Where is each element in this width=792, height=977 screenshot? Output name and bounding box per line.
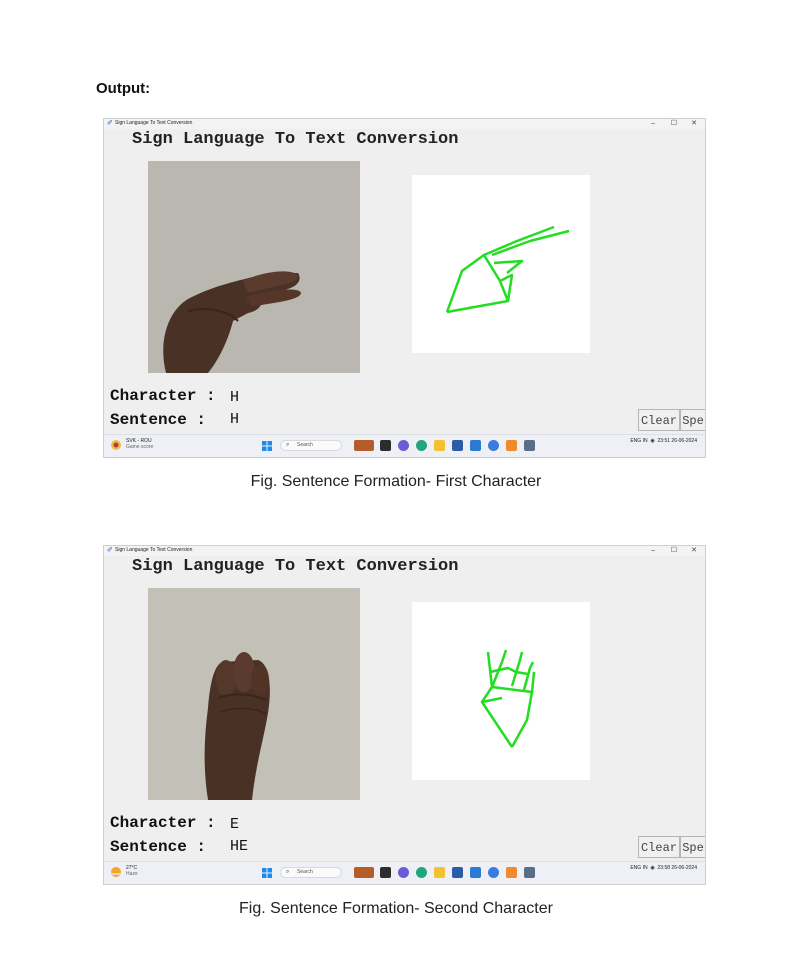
clear-button[interactable]: Clear xyxy=(638,836,680,858)
app-settings-icon[interactable] xyxy=(488,867,499,878)
taskbar-search[interactable]: ⌕ Search xyxy=(280,440,342,451)
tray-lang: ENG xyxy=(630,865,642,871)
sentence-value: HE xyxy=(230,838,249,855)
taskbar-search[interactable]: ⌕ Search xyxy=(280,867,342,878)
app-title: Sign Language To Text Conversion xyxy=(132,130,459,149)
tk-feather-icon: ✐ xyxy=(107,547,113,554)
clock-date: 26-06-2024 xyxy=(671,438,697,444)
clock-time: 23:58 xyxy=(657,865,671,871)
system-tray[interactable]: ENG IN ◉ 23:58 26-06-2024 xyxy=(630,865,697,871)
search-icon: ⌕ xyxy=(286,442,290,448)
weather-widget[interactable]: 27°C Haze xyxy=(126,865,138,877)
app-chat-icon[interactable] xyxy=(398,440,409,451)
weather-widget[interactable]: SVK - ROU Game score xyxy=(126,438,153,450)
weather-haze-icon[interactable] xyxy=(110,866,122,878)
widget-line2: Game score xyxy=(126,444,154,450)
minimize-button[interactable]: – xyxy=(651,119,655,128)
app-vscode-icon[interactable] xyxy=(470,440,481,451)
figure-caption: Fig. Sentence Formation- First Character xyxy=(250,473,542,490)
character-label: Character : xyxy=(110,387,216,405)
app-title: Sign Language To Text Conversion xyxy=(132,557,459,576)
app-edge-icon[interactable] xyxy=(416,440,427,451)
app-edge-icon[interactable] xyxy=(416,867,427,878)
app-explorer-icon[interactable] xyxy=(434,440,445,451)
sentence-label: Sentence : xyxy=(110,411,207,429)
output-heading: Output: xyxy=(96,80,151,97)
app-chat-icon[interactable] xyxy=(398,867,409,878)
clear-button[interactable]: Clear xyxy=(638,409,680,431)
windows-start-icon[interactable] xyxy=(262,868,272,878)
app-tk-window-icon[interactable] xyxy=(524,440,535,451)
tray-region: IN xyxy=(642,438,648,444)
app-window-screenshot: ✐ Sign Language To Text Conversion – ☐ ✕… xyxy=(103,545,706,885)
speak-button[interactable]: Spe xyxy=(680,836,705,858)
hand-photo xyxy=(148,588,360,800)
speak-button[interactable]: Spe xyxy=(680,409,705,431)
figure-caption: Fig. Sentence Formation- Second Characte… xyxy=(239,900,553,917)
search-icon: ⌕ xyxy=(286,869,290,875)
tray-lang: ENG xyxy=(630,438,642,444)
sentence-label: Sentence : xyxy=(110,838,207,856)
two-fingers-horizontal-icon xyxy=(445,225,570,314)
app-explorer-icon[interactable] xyxy=(434,867,445,878)
hand-photo xyxy=(148,161,360,373)
wifi-icon: ◉ xyxy=(650,865,655,871)
maximize-button[interactable]: ☐ xyxy=(671,119,677,128)
camera-feed xyxy=(148,161,360,373)
search-placeholder: Search xyxy=(297,869,313,875)
app-store-icon[interactable] xyxy=(452,867,463,878)
app-python-icon[interactable] xyxy=(506,867,517,878)
app-vscode-icon[interactable] xyxy=(470,867,481,878)
tk-feather-icon: ✐ xyxy=(107,120,113,127)
app-python-icon[interactable] xyxy=(506,440,517,451)
taskbar: 27°C Haze ⌕ Search ENG IN ◉ 23:58 26-06-… xyxy=(104,861,705,884)
app-game-icon[interactable] xyxy=(354,440,374,451)
clock-date: 26-06-2024 xyxy=(671,865,697,871)
window-title: Sign Language To Text Conversion xyxy=(115,547,193,553)
app-tk-window-icon[interactable] xyxy=(524,867,535,878)
minimize-button[interactable]: – xyxy=(651,546,655,555)
maximize-button[interactable]: ☐ xyxy=(671,546,677,555)
widget-line2: Haze xyxy=(126,871,138,877)
windows-start-icon[interactable] xyxy=(262,441,272,451)
close-button[interactable]: ✕ xyxy=(691,546,697,555)
app-terminal-icon[interactable] xyxy=(380,440,391,451)
character-value: E xyxy=(230,816,240,833)
search-placeholder: Search xyxy=(297,442,313,448)
window-titlebar: ✐ Sign Language To Text Conversion – ☐ ✕ xyxy=(104,119,705,129)
tray-region: IN xyxy=(642,865,648,871)
hand-skeleton-panel xyxy=(412,175,590,353)
hand-skeleton-panel xyxy=(412,602,590,780)
sentence-value: H xyxy=(230,411,240,428)
character-label: Character : xyxy=(110,814,216,832)
window-titlebar: ✐ Sign Language To Text Conversion – ☐ ✕ xyxy=(104,546,705,556)
wifi-icon: ◉ xyxy=(650,438,655,444)
sports-score-icon[interactable] xyxy=(110,439,122,451)
closed-fingers-icon xyxy=(480,649,536,748)
app-game-icon[interactable] xyxy=(354,867,374,878)
app-settings-icon[interactable] xyxy=(488,440,499,451)
clock-time: 23:51 xyxy=(657,438,671,444)
system-tray[interactable]: ENG IN ◉ 23:51 26-06-2024 xyxy=(630,438,697,444)
character-value: H xyxy=(230,389,240,406)
app-window-screenshot: ✐ Sign Language To Text Conversion – ☐ ✕… xyxy=(103,118,706,458)
app-store-icon[interactable] xyxy=(452,440,463,451)
window-title: Sign Language To Text Conversion xyxy=(115,120,193,126)
app-terminal-icon[interactable] xyxy=(380,867,391,878)
camera-feed xyxy=(148,588,360,800)
taskbar: SVK - ROU Game score ⌕ Search ENG IN ◉ 2… xyxy=(104,434,705,457)
close-button[interactable]: ✕ xyxy=(691,119,697,128)
